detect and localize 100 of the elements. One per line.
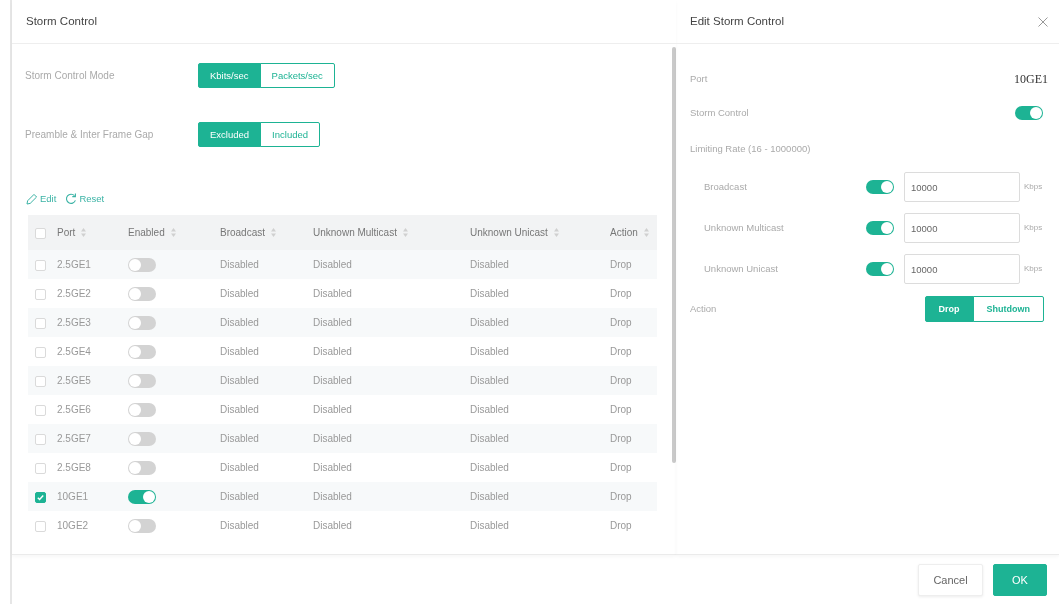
toolbar-link[interactable]: Reset: [65, 191, 105, 207]
cancel-button[interactable]: Cancel: [918, 564, 983, 596]
table-cell: Drop: [603, 424, 657, 453]
unit-label: Kbps: [1023, 222, 1044, 234]
table-cell: Disabled: [463, 308, 603, 337]
panel-title: Storm Control: [26, 13, 97, 29]
toggle-switch[interactable]: [128, 374, 156, 389]
table-cell: Drop: [603, 308, 657, 337]
table-cell: Disabled: [306, 424, 463, 453]
column-header: Enabled: [128, 226, 165, 240]
table-cell: Disabled: [463, 511, 603, 540]
table-cell: Disabled: [213, 482, 306, 511]
segment-button[interactable]: Shutdown: [972, 296, 1044, 322]
table-cell: 2.5GE2: [50, 279, 121, 308]
table-cell: Disabled: [463, 250, 603, 279]
table-cell: Drop: [603, 366, 657, 395]
rate-label: Unknown Multicast: [703, 220, 785, 235]
toggle-switch[interactable]: [1015, 106, 1043, 120]
table-cell: Disabled: [213, 337, 306, 366]
rate-label: Broadcast: [703, 179, 748, 194]
table-cell: Drop: [603, 482, 657, 511]
segment-button[interactable]: Kbits/sec: [198, 63, 261, 88]
sort-icon[interactable]: [402, 228, 408, 237]
table-cell: Disabled: [306, 250, 463, 279]
section-label: Limiting Rate (16 - 1000000): [690, 141, 811, 156]
number-input[interactable]: 10000: [904, 213, 1020, 243]
setting-label: Preamble & Inter Frame Gap: [25, 128, 155, 142]
toggle-switch[interactable]: [128, 432, 156, 447]
table-cell: Disabled: [213, 395, 306, 424]
table-cell: 10GE1: [50, 482, 121, 511]
sort-icon[interactable]: [271, 228, 277, 237]
toggle-switch[interactable]: [128, 461, 156, 476]
table-cell: 2.5GE1: [50, 250, 121, 279]
toggle-switch[interactable]: [128, 519, 156, 534]
table-cell: Disabled: [306, 337, 463, 366]
field-value: 10GE1: [1014, 71, 1048, 88]
rate-label: Unknown Unicast: [703, 261, 779, 276]
number-input[interactable]: 10000: [904, 172, 1020, 202]
field-label: Port: [690, 71, 708, 86]
column-header: Unknown Multicast: [313, 226, 397, 240]
toggle-switch[interactable]: [866, 221, 894, 235]
sort-icon[interactable]: [170, 228, 176, 237]
toggle-switch[interactable]: [866, 180, 894, 194]
table-cell: 10GE2: [50, 511, 121, 540]
table-cell: Disabled: [213, 250, 306, 279]
table-cell: Drop: [603, 511, 657, 540]
table-cell: Drop: [603, 453, 657, 482]
table-cell: 2.5GE3: [50, 308, 121, 337]
table-cell: 2.5GE6: [50, 395, 121, 424]
toolbar-link[interactable]: Edit: [26, 191, 57, 207]
segment-button[interactable]: Excluded: [198, 122, 262, 147]
table-cell: Disabled: [463, 279, 603, 308]
table-cell: Disabled: [213, 511, 306, 540]
table-cell: Disabled: [213, 308, 306, 337]
field-label: Action: [690, 301, 717, 316]
select-all-checkbox[interactable]: [35, 227, 46, 239]
table-cell: Disabled: [306, 366, 463, 395]
table-cell: Disabled: [306, 395, 463, 424]
table-cell: Disabled: [213, 366, 306, 395]
scrollbar-thumb[interactable]: [672, 47, 676, 463]
toggle-switch[interactable]: [128, 316, 156, 331]
table-cell: Disabled: [306, 453, 463, 482]
sort-icon[interactable]: [81, 228, 87, 237]
table-cell: Disabled: [463, 482, 603, 511]
table-cell: Disabled: [463, 395, 603, 424]
table-cell: Disabled: [463, 453, 603, 482]
table-cell: Drop: [603, 279, 657, 308]
table-cell: Disabled: [306, 308, 463, 337]
drawer-title: Edit Storm Control: [690, 13, 784, 29]
close-icon: [1038, 16, 1048, 27]
row-checkbox[interactable]: [35, 491, 46, 503]
setting-label: Storm Control Mode: [25, 69, 116, 83]
table-cell: Disabled: [306, 511, 463, 540]
table-cell: Disabled: [306, 279, 463, 308]
table-cell: Disabled: [213, 279, 306, 308]
column-header: Unknown Unicast: [470, 226, 548, 240]
toggle-switch[interactable]: [128, 403, 156, 418]
sort-icon[interactable]: [553, 228, 559, 237]
toggle-switch[interactable]: [128, 258, 156, 273]
table-cell: Disabled: [463, 424, 603, 453]
table-cell: 2.5GE7: [50, 424, 121, 453]
pencil-icon: [26, 193, 38, 205]
table-cell: Disabled: [463, 337, 603, 366]
toggle-switch[interactable]: [128, 287, 156, 302]
sort-icon[interactable]: [643, 228, 649, 237]
table-cell: 2.5GE4: [50, 337, 121, 366]
toggle-switch[interactable]: [866, 262, 894, 276]
close-button[interactable]: [1038, 16, 1048, 27]
number-input[interactable]: 10000: [904, 254, 1020, 284]
column-header: Port: [57, 226, 76, 240]
toggle-switch[interactable]: [128, 490, 156, 505]
segment-button[interactable]: Drop: [924, 296, 974, 322]
segment-button[interactable]: Packets/sec: [259, 63, 335, 88]
table-cell: 2.5GE8: [50, 453, 121, 482]
field-label: Storm Control: [690, 105, 749, 120]
table-cell: Disabled: [213, 453, 306, 482]
ok-button[interactable]: OK: [993, 564, 1047, 596]
segment-button[interactable]: Included: [260, 122, 320, 147]
column-header: Broadcast: [220, 226, 266, 240]
toggle-switch[interactable]: [128, 345, 156, 360]
